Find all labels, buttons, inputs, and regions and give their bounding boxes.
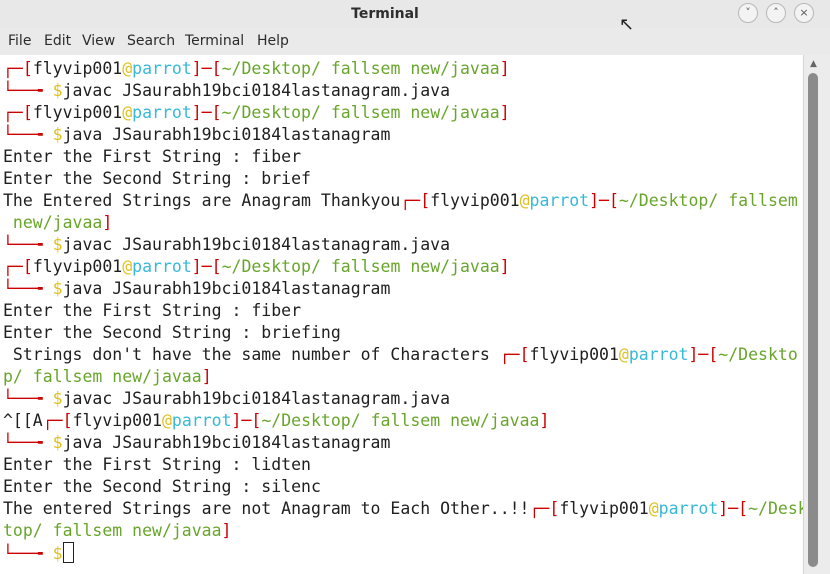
prompt-user: flyvip001 xyxy=(32,59,123,78)
scroll-thumb[interactable] xyxy=(808,73,818,567)
menu-edit[interactable]: Edit xyxy=(44,33,71,49)
terminal-scrollbar[interactable]: ▲ xyxy=(803,55,830,574)
text-cursor xyxy=(62,542,74,563)
menu-view[interactable]: View xyxy=(82,33,115,49)
menu-bar: File Edit View Search Terminal Help xyxy=(0,30,830,54)
maximize-button[interactable]: ˄ xyxy=(766,3,786,23)
menu-terminal[interactable]: Terminal xyxy=(185,33,244,49)
menu-file[interactable]: File xyxy=(8,33,31,49)
window-titlebar: Terminal ˅ ˄ × xyxy=(0,0,830,28)
window-title: Terminal xyxy=(351,6,419,22)
command-compile: javac JSaurabh19bci0184lastanagram.java xyxy=(62,81,451,100)
menu-help[interactable]: Help xyxy=(257,33,289,49)
close-button[interactable]: × xyxy=(794,3,814,23)
menu-search[interactable]: Search xyxy=(127,33,175,49)
minimize-button[interactable]: ˅ xyxy=(738,3,758,23)
scroll-up-icon[interactable]: ▲ xyxy=(810,59,817,69)
command-run: java JSaurabh19bci0184lastanagram xyxy=(62,125,391,144)
terminal-output[interactable]: ┌─[flyvip001@parrot]─[~/Desktop/ fallsem… xyxy=(0,55,803,574)
